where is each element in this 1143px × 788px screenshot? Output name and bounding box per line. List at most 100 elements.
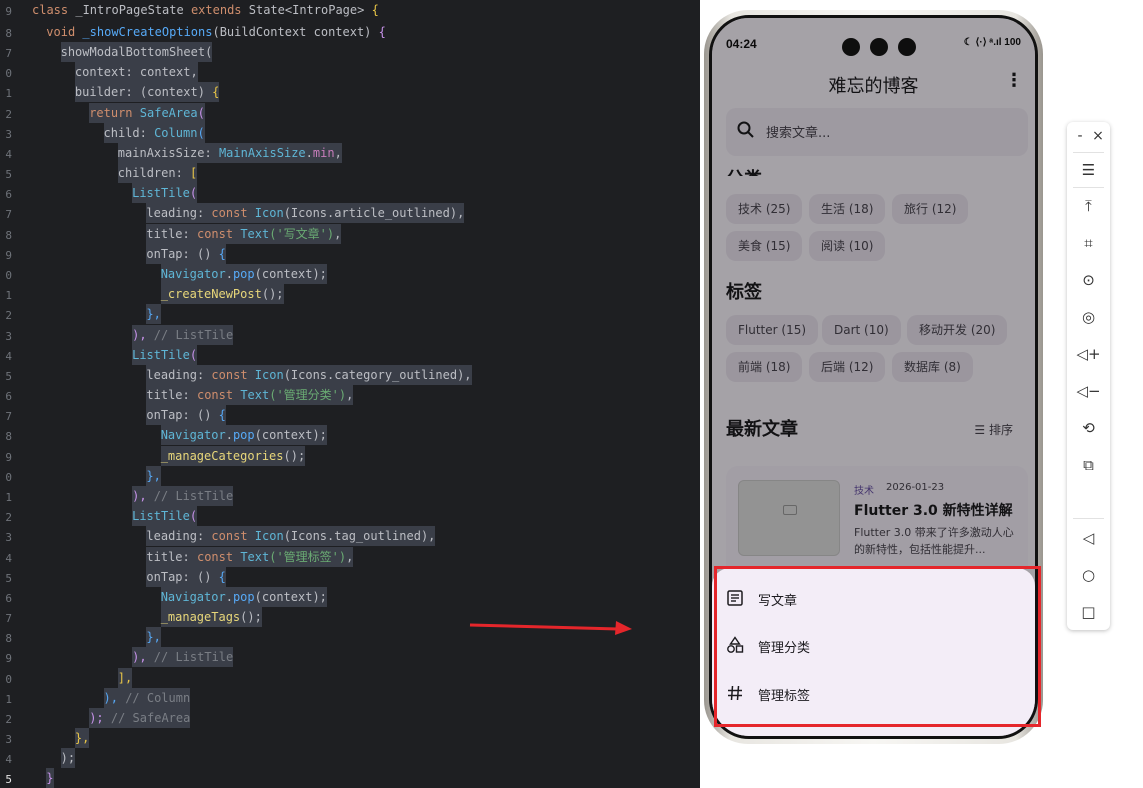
code-line[interactable]: title: const Text('写文章'), bbox=[146, 223, 342, 244]
toolbar-divider bbox=[1073, 518, 1104, 519]
code-token: ), bbox=[132, 650, 154, 665]
code-line[interactable]: children: [ bbox=[117, 163, 198, 184]
code-token: }, bbox=[146, 307, 161, 322]
code-token: // ListTile bbox=[153, 488, 234, 503]
code-line[interactable]: ListTile( bbox=[132, 183, 198, 204]
crop-screenshot-icon[interactable]: ⌗ bbox=[1067, 228, 1110, 258]
code-token: { bbox=[212, 85, 220, 100]
code-line[interactable]: Navigator.pop(context); bbox=[160, 425, 327, 446]
code-token: leading: bbox=[146, 367, 212, 382]
line-number: 9 bbox=[5, 248, 12, 262]
code-line[interactable]: _createNewPost(); bbox=[160, 284, 284, 305]
code-line[interactable]: ), // Column bbox=[103, 687, 191, 708]
code-token: ListTile bbox=[132, 186, 190, 201]
code-line[interactable]: onTap: () { bbox=[146, 243, 226, 264]
code-token: _manageTags bbox=[160, 610, 241, 625]
line-number: 8 bbox=[5, 430, 12, 444]
code-token: . bbox=[225, 266, 233, 281]
code-token: // ListTile bbox=[153, 327, 234, 342]
fold-device-icon[interactable]: ⧉ bbox=[1067, 450, 1110, 480]
code-editor[interactable]: 987012345678901234567890123456789012345 … bbox=[0, 0, 700, 788]
code-token: ), bbox=[103, 690, 126, 705]
code-token: (Icons.tag_outlined), bbox=[283, 529, 436, 544]
code-token: Text bbox=[240, 549, 270, 564]
code-line[interactable]: builder: (context) { bbox=[74, 82, 220, 103]
line-number: 3 bbox=[5, 329, 12, 343]
code-line[interactable]: ], bbox=[117, 667, 133, 688]
code-line[interactable]: ), // ListTile bbox=[132, 485, 234, 506]
home-nav-icon[interactable]: ○ bbox=[1067, 560, 1110, 590]
code-line[interactable]: ); bbox=[60, 748, 76, 769]
code-line[interactable]: onTap: () { bbox=[146, 405, 226, 426]
code-line[interactable]: context: context, bbox=[74, 62, 198, 83]
power-icon[interactable]: ⊙ bbox=[1067, 265, 1110, 295]
code-token: void bbox=[46, 25, 83, 39]
code-token: (); bbox=[283, 448, 306, 463]
code-token: const bbox=[196, 388, 241, 403]
code-token: ('管理分类') bbox=[269, 388, 347, 403]
code-token: const bbox=[211, 367, 255, 382]
code-token: ('管理标签') bbox=[269, 549, 347, 564]
code-token: const bbox=[196, 226, 241, 241]
rotate-icon[interactable]: ⟲ bbox=[1067, 413, 1110, 443]
code-token: _IntroPageState bbox=[75, 3, 191, 17]
code-token: onTap: bbox=[146, 569, 197, 584]
code-line[interactable]: }, bbox=[146, 304, 161, 325]
code-line[interactable]: child: Column( bbox=[103, 122, 205, 143]
line-number: 7 bbox=[5, 410, 12, 424]
code-token: (); bbox=[261, 287, 284, 302]
code-line[interactable]: class _IntroPageState extends State<Intr… bbox=[32, 0, 379, 20]
line-number: 8 bbox=[5, 228, 12, 242]
code-line[interactable]: leading: const Icon(Icons.category_outli… bbox=[146, 364, 472, 385]
line-number: 3 bbox=[5, 127, 12, 141]
code-token: , bbox=[334, 145, 342, 160]
code-token: leading: bbox=[146, 206, 212, 221]
back-nav-icon[interactable]: ◁ bbox=[1067, 523, 1110, 553]
code-token: ); bbox=[60, 751, 76, 766]
code-line[interactable]: }, bbox=[74, 728, 90, 749]
code-line[interactable]: title: const Text('管理分类'), bbox=[146, 385, 354, 406]
code-line[interactable]: ListTile( bbox=[132, 506, 198, 527]
volume-up-icon[interactable]: ◁+ bbox=[1067, 339, 1110, 369]
code-line[interactable]: _manageCategories(); bbox=[160, 445, 306, 466]
code-line[interactable]: ListTile( bbox=[132, 344, 198, 365]
minimize-button[interactable]: - bbox=[1071, 126, 1089, 146]
line-number: 2 bbox=[5, 511, 12, 525]
code-token: (BuildContext context) bbox=[212, 25, 379, 39]
code-line[interactable]: showModalBottomSheet( bbox=[60, 42, 213, 62]
volume-down-icon[interactable]: ◁− bbox=[1067, 376, 1110, 406]
line-number: 2 bbox=[5, 309, 12, 323]
code-line[interactable]: return SafeArea( bbox=[89, 102, 205, 123]
code-line[interactable]: }, bbox=[146, 627, 161, 648]
code-token: min bbox=[312, 145, 335, 160]
record-icon[interactable]: ◎ bbox=[1067, 302, 1110, 332]
code-line[interactable]: Navigator.pop(context); bbox=[160, 586, 327, 607]
pin-top-icon[interactable]: ⤒ bbox=[1067, 191, 1110, 221]
code-token: MainAxisSize bbox=[218, 145, 306, 160]
code-line[interactable]: onTap: () { bbox=[146, 566, 226, 587]
code-token: Navigator bbox=[160, 428, 226, 443]
code-token: (); bbox=[240, 610, 262, 625]
code-token: ( bbox=[197, 105, 205, 120]
code-line[interactable]: ); // SafeArea bbox=[89, 707, 191, 728]
close-button[interactable]: × bbox=[1089, 126, 1107, 146]
code-line[interactable]: } bbox=[46, 768, 54, 788]
menu-icon[interactable]: ☰ bbox=[1067, 155, 1110, 185]
code-line[interactable]: leading: const Icon(Icons.tag_outlined), bbox=[146, 526, 436, 547]
code-token: // Column bbox=[125, 690, 191, 705]
line-number: 6 bbox=[5, 591, 12, 605]
code-line[interactable]: title: const Text('管理标签'), bbox=[146, 546, 354, 567]
code-line[interactable]: ), // ListTile bbox=[132, 647, 234, 668]
code-token: Navigator bbox=[160, 589, 226, 604]
code-line[interactable]: Navigator.pop(context); bbox=[160, 263, 327, 284]
overview-nav-icon[interactable]: □ bbox=[1067, 597, 1110, 627]
code-line[interactable]: mainAxisSize: MainAxisSize.min, bbox=[117, 142, 342, 163]
code-line[interactable]: _manageTags(); bbox=[160, 607, 262, 628]
code-token: children: bbox=[117, 166, 191, 181]
code-line[interactable]: void _showCreateOptions(BuildContext con… bbox=[46, 22, 386, 42]
code-line[interactable]: leading: const Icon(Icons.article_outlin… bbox=[146, 203, 465, 224]
code-line[interactable]: }, bbox=[146, 465, 161, 486]
code-line[interactable]: ), // ListTile bbox=[132, 324, 234, 345]
line-number: 5 bbox=[5, 773, 12, 787]
code-token: ListTile bbox=[132, 347, 190, 362]
